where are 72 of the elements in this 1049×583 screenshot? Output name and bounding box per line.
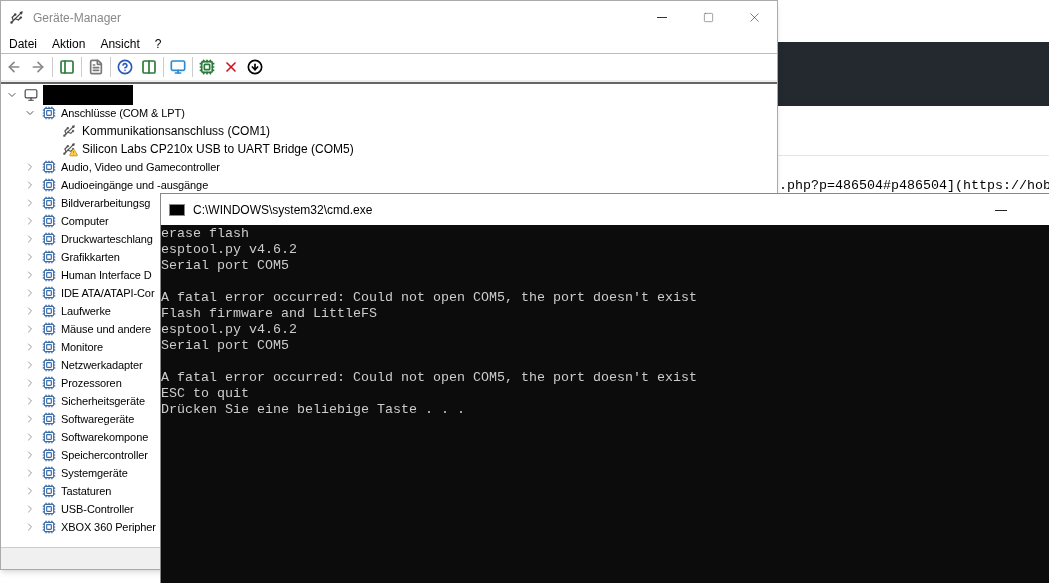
tree-item[interactable]: Prozessoren xyxy=(61,374,122,392)
device-icon xyxy=(41,465,57,481)
menu-item[interactable]: ? xyxy=(154,34,162,53)
device-icon xyxy=(41,321,57,337)
chip-icon[interactable] xyxy=(197,57,217,77)
tree-item[interactable]: Softwaregeräte xyxy=(61,410,135,428)
panel-icon[interactable] xyxy=(57,57,77,77)
device-icon xyxy=(41,267,57,283)
tree-item[interactable]: Human Interface D xyxy=(61,266,152,284)
console-line: Serial port COM5 xyxy=(161,338,290,354)
device-icon xyxy=(41,411,57,427)
tree-item[interactable]: Tastaturen xyxy=(61,482,112,500)
device-icon xyxy=(41,339,57,355)
tree-item[interactable]: Sicherheitsgeräte xyxy=(61,392,145,410)
monitor-icon[interactable] xyxy=(168,57,188,77)
device-icon xyxy=(41,285,57,301)
device-icon xyxy=(41,483,57,499)
device-icon xyxy=(41,447,57,463)
tree-item[interactable]: Grafikkarten xyxy=(61,248,120,266)
menu-item[interactable]: Ansicht xyxy=(100,34,140,53)
device-icon xyxy=(41,177,57,193)
tree-item[interactable]: Audioeingänge und -ausgänge xyxy=(61,176,209,194)
help-icon[interactable] xyxy=(115,57,135,77)
tree-item[interactable]: USB-Controller xyxy=(61,500,134,518)
device-icon xyxy=(41,519,57,535)
tree-item[interactable]: Bildverarbeitungsg xyxy=(61,194,151,212)
download-icon[interactable] xyxy=(245,57,265,77)
console-line: Serial port COM5 xyxy=(161,258,290,274)
tree-item[interactable]: XBOX 360 Peripher xyxy=(61,518,156,536)
window-title: Geräte-Manager xyxy=(33,9,122,27)
console-line: A fatal error occurred: Could not open COM5, the port doesn't exist xyxy=(161,370,698,386)
device-icon xyxy=(41,195,57,211)
console-line: A fatal error occurred: Could not open COM5, the port doesn't exist xyxy=(161,290,698,306)
tree-item[interactable]: Systemgeräte xyxy=(61,464,128,482)
tree-item[interactable]: Audio, Video und Gamecontroller xyxy=(61,158,220,176)
minimize-button[interactable]: — xyxy=(978,194,1024,225)
window-title: C:\WINDOWS\system32\cmd.exe xyxy=(193,201,373,219)
tree-item[interactable]: Monitore xyxy=(61,338,103,356)
tree-item[interactable]: Speichercontroller xyxy=(61,446,148,464)
maximize-icon xyxy=(702,12,714,23)
device-icon xyxy=(41,249,57,265)
tree-item[interactable]: Kommunikationsanschluss (COM1) xyxy=(82,122,271,140)
console-line: erase flash xyxy=(161,226,250,242)
console-icon xyxy=(169,203,185,216)
tree-item[interactable]: Netzwerkadapter xyxy=(61,356,143,374)
console-line: esptool.py v4.6.2 xyxy=(161,322,298,338)
tree-item[interactable]: Laufwerke xyxy=(61,302,111,320)
device-icon xyxy=(41,357,57,373)
menu-item[interactable]: Aktion xyxy=(52,34,86,53)
device-icon xyxy=(41,501,57,517)
tree-item[interactable]: Anschlüsse (COM & LPT) xyxy=(61,104,185,122)
console-line: Flash firmware and LittleFS xyxy=(161,306,378,322)
tree-item[interactable]: Softwarekompone xyxy=(61,428,149,446)
device-icon xyxy=(41,375,57,391)
device-icon xyxy=(41,213,57,229)
device-icon xyxy=(41,159,57,175)
console-line: ESC to quit xyxy=(161,386,250,402)
device-icon xyxy=(41,393,57,409)
device-icon xyxy=(41,105,57,121)
tree-item[interactable]: Mäuse und andere xyxy=(61,320,152,338)
device-icon xyxy=(41,231,57,247)
console-line: esptool.py v4.6.2 xyxy=(161,242,298,258)
device-icon xyxy=(41,429,57,445)
menu-item[interactable]: Datei xyxy=(9,34,37,53)
tree-item[interactable]: Druckwarteschlang xyxy=(61,230,153,248)
columns-icon[interactable] xyxy=(139,57,159,77)
minimize-icon xyxy=(657,17,667,18)
tree-item[interactable]: Silicon Labs CP210x USB to UART Bridge (COM5) xyxy=(82,140,354,158)
tree-item[interactable]: Computer xyxy=(61,212,109,230)
console-line: Drücken Sie eine beliebige Taste . . . xyxy=(161,402,466,418)
device-icon xyxy=(41,303,57,319)
tree-item[interactable]: IDE ATA/ATAPI-Cor xyxy=(61,284,155,302)
